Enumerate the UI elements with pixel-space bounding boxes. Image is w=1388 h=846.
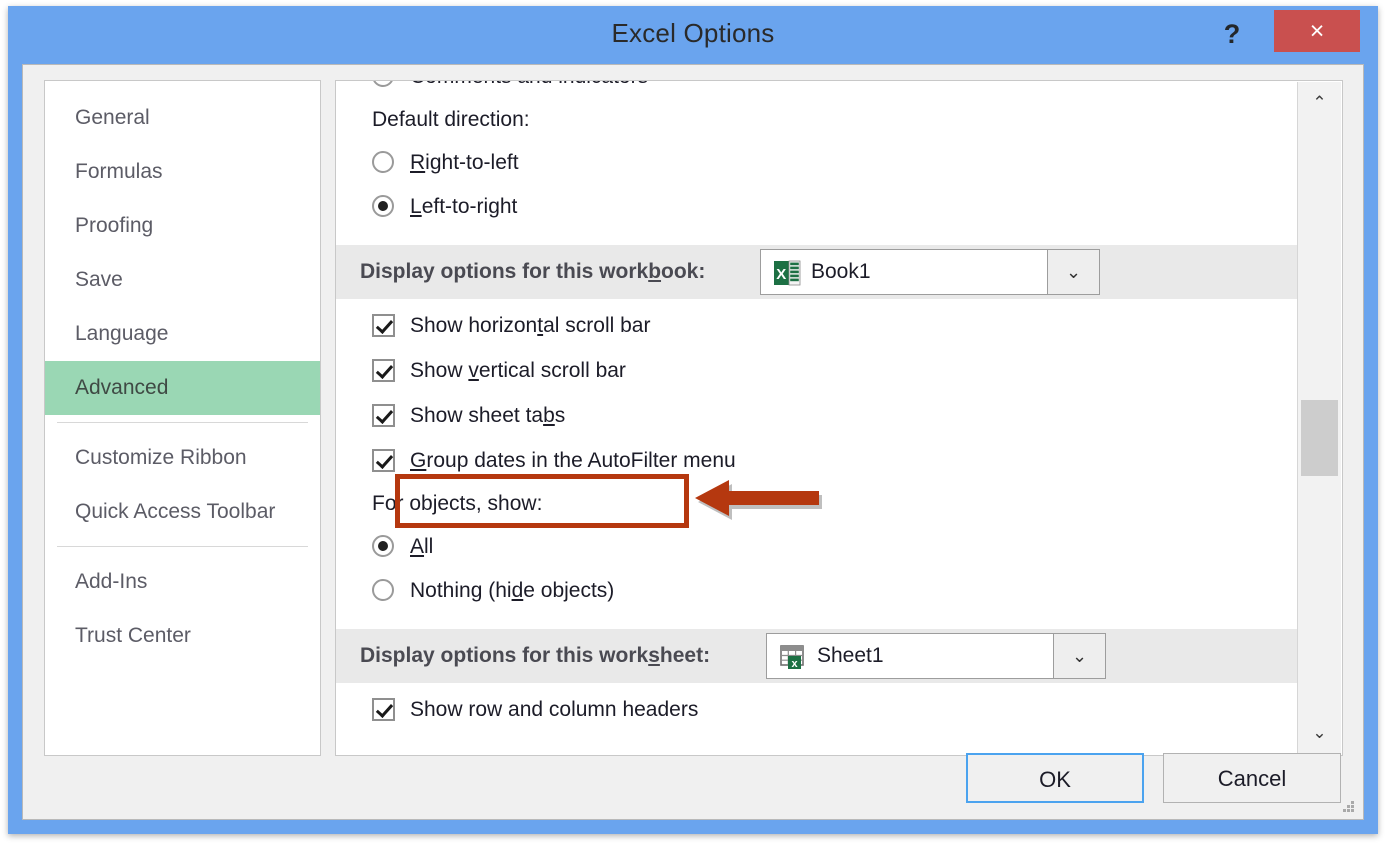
sidebar-item-proofing[interactable]: Proofing xyxy=(45,199,320,253)
radio-label: All xyxy=(410,535,433,558)
checkbox-label: Show horizontal scroll bar xyxy=(410,314,650,337)
options-content-pane: Comments and indicators Default directio… xyxy=(335,80,1343,756)
radio-button-selected-icon xyxy=(372,195,394,217)
workbook-select[interactable]: X Book1 ⌄ xyxy=(760,249,1100,295)
ok-button[interactable]: OK xyxy=(966,753,1144,803)
checkbox-show-horizontal-scroll-bar[interactable]: Show horizontal scroll bar xyxy=(336,303,1298,348)
sidebar-item-customize-ribbon[interactable]: Customize Ribbon xyxy=(45,431,320,485)
scroll-up-icon[interactable]: ⌃ xyxy=(1298,82,1341,124)
checkbox-label: Show row and column headers xyxy=(410,698,698,721)
radio-comments-and-indicators[interactable]: Comments and indicators xyxy=(336,80,1298,99)
checkbox-show-sheet-tabs[interactable]: Show sheet tabs xyxy=(336,393,1298,438)
svg-text:x: x xyxy=(791,658,798,670)
radio-objects-nothing[interactable]: Nothing (hide objects) xyxy=(336,569,1298,613)
scrollbar-thumb[interactable] xyxy=(1301,400,1338,476)
checkbox-label: Group dates in the AutoFilter menu xyxy=(410,449,736,472)
worksheet-select-value: Sheet1 xyxy=(817,634,884,678)
content-scrollbar[interactable]: ⌃ ⌄ xyxy=(1297,82,1341,754)
radio-label: Left-to-right xyxy=(410,195,517,218)
excel-workbook-icon: X xyxy=(773,259,801,287)
sidebar-item-language[interactable]: Language xyxy=(45,307,320,361)
sidebar-separator-1 xyxy=(57,422,308,423)
sidebar-item-save[interactable]: Save xyxy=(45,253,320,307)
checkbox-icon xyxy=(372,314,395,337)
worksheet-select[interactable]: x Sheet1 ⌄ xyxy=(766,633,1106,679)
sidebar-item-quick-access-toolbar[interactable]: Quick Access Toolbar xyxy=(45,485,320,539)
sidebar-item-advanced[interactable]: Advanced xyxy=(45,361,320,415)
default-direction-label: Default direction: xyxy=(336,99,1298,141)
radio-label: Right-to-left xyxy=(410,151,519,174)
excel-options-dialog: Excel Options ? × General Formulas Proof… xyxy=(8,6,1378,834)
sidebar-item-add-ins[interactable]: Add-Ins xyxy=(45,555,320,609)
checkbox-icon xyxy=(372,449,395,472)
for-objects-label: For objects, show: xyxy=(336,483,1298,525)
checkbox-icon xyxy=(372,698,395,721)
radio-objects-all[interactable]: All xyxy=(336,525,1298,569)
checkbox-label: Show vertical scroll bar xyxy=(410,359,626,382)
sidebar-separator-2 xyxy=(57,546,308,547)
title-bar: Excel Options ? × xyxy=(8,6,1378,64)
checkbox-label: Show sheet tabs xyxy=(410,404,565,427)
radio-button-icon xyxy=(372,151,394,173)
checkbox-icon xyxy=(372,359,395,382)
radio-label: Comments and indicators xyxy=(410,80,648,88)
worksheet-icon: x xyxy=(779,643,809,671)
checkbox-show-vertical-scroll-bar[interactable]: Show vertical scroll bar xyxy=(336,348,1298,393)
radio-button-icon xyxy=(372,80,394,87)
sidebar-item-formulas[interactable]: Formulas xyxy=(45,145,320,199)
workbook-select-value: Book1 xyxy=(811,250,871,294)
sidebar-item-general[interactable]: General xyxy=(45,91,320,145)
sidebar-item-trust-center[interactable]: Trust Center xyxy=(45,609,320,663)
help-icon[interactable]: ? xyxy=(1212,14,1252,54)
scroll-down-icon[interactable]: ⌄ xyxy=(1298,712,1341,754)
checkbox-group-dates-autofilter[interactable]: Group dates in the AutoFilter menu xyxy=(336,438,1298,483)
worksheet-section-header: Display options for this worksheet: xyxy=(336,629,1298,683)
radio-right-to-left[interactable]: Right-to-left xyxy=(336,141,1298,185)
radio-label: Nothing (hide objects) xyxy=(410,579,614,602)
chevron-down-icon[interactable]: ⌄ xyxy=(1047,250,1099,294)
checkbox-show-row-and-column-headers[interactable]: Show row and column headers xyxy=(336,687,1298,732)
dialog-title: Excel Options xyxy=(8,18,1378,49)
scroll-content: Comments and indicators Default directio… xyxy=(336,80,1298,756)
radio-left-to-right[interactable]: Left-to-right xyxy=(336,185,1298,229)
checkbox-icon xyxy=(372,404,395,427)
svg-text:X: X xyxy=(776,266,786,283)
radio-button-icon xyxy=(372,579,394,601)
options-sidebar: General Formulas Proofing Save Language … xyxy=(44,80,321,756)
radio-button-selected-icon xyxy=(372,535,394,557)
workbook-section-header: Display options for this workbook: xyxy=(336,245,1298,299)
worksheet-section-label: Display options for this worksheet: xyxy=(360,629,710,683)
close-icon[interactable]: × xyxy=(1274,10,1360,52)
cancel-button[interactable]: Cancel xyxy=(1163,753,1341,803)
resize-grip[interactable] xyxy=(1343,801,1355,813)
dialog-body: General Formulas Proofing Save Language … xyxy=(22,64,1364,820)
chevron-down-icon[interactable]: ⌄ xyxy=(1053,634,1105,678)
workbook-section-label: Display options for this workbook: xyxy=(360,245,705,299)
